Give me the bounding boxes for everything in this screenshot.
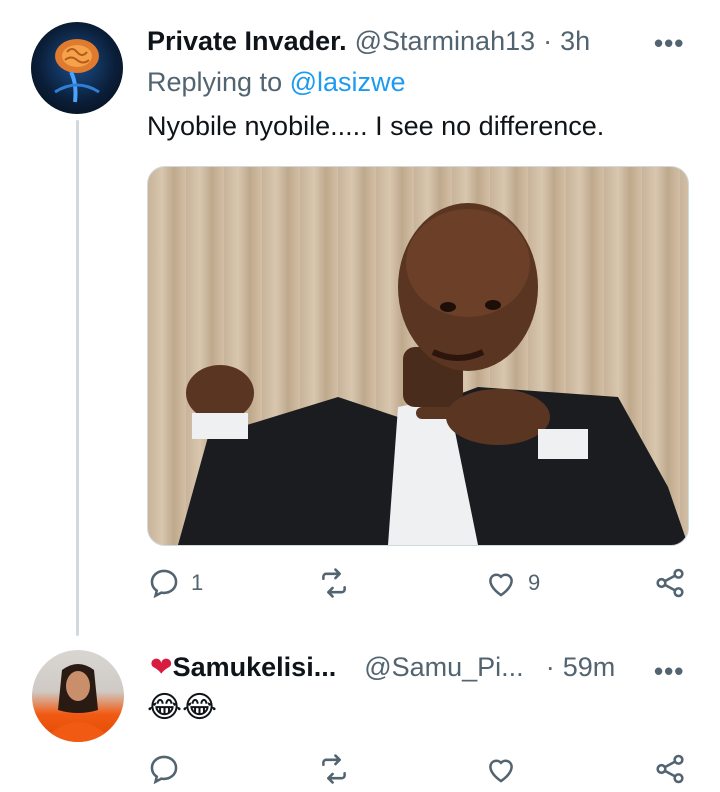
separator-dot: · [545,652,555,682]
share-button[interactable] [653,752,687,786]
share-button[interactable] [653,566,687,600]
avatar[interactable] [32,650,124,742]
thread-connector-line [76,120,79,636]
retweet-button[interactable] [317,566,351,600]
tweet-actions: 1 9 [147,566,692,606]
brain-xray-avatar-icon [54,39,100,103]
heart-icon [489,573,513,597]
user-handle[interactable]: @Starminah13 [355,26,536,57]
tweet-text: Nyobile nyobile..... I see no difference… [147,111,605,141]
comment-icon [150,569,178,599]
like-button[interactable]: 9 [484,566,540,600]
retweet-button[interactable] [317,752,351,786]
share-icon [656,568,684,598]
more-options-icon[interactable]: ••• [654,656,684,687]
retweet-icon [322,754,346,784]
tweet-header: ❤ Samukelisi... @Samu_Pi... · 59m [150,652,615,683]
like-count: 9 [528,570,541,595]
tweet-header: Private Invader. @Starminah13 · 3h [147,26,590,57]
person-avatar-icon [42,664,114,742]
user-handle[interactable]: @Samu_Pi... [364,652,523,683]
tweet-text: 😂😂 [147,691,218,724]
separator-dot: · [543,26,553,56]
display-name[interactable]: Samukelisi... [173,652,337,683]
timestamp[interactable]: 59m [563,652,616,683]
reply-button[interactable]: 1 [147,566,203,600]
retweet-icon [322,568,346,598]
more-options-icon[interactable]: ••• [654,28,684,59]
reply-button[interactable] [147,752,181,786]
man-in-suit-photo [178,203,688,545]
share-icon [656,754,684,784]
replying-to-label: Replying to [147,67,283,97]
tweet-media-image[interactable] [147,166,689,546]
replying-to-handle[interactable]: @lasizwe [290,67,406,97]
display-name[interactable]: Private Invader. [147,26,347,57]
timestamp[interactable]: 3h [560,26,590,57]
reply-count: 1 [191,570,204,595]
heart-emoji: ❤ [150,652,173,682]
comment-icon [150,755,178,785]
replying-to: Replying to @lasizwe [147,67,406,98]
heart-icon [489,759,513,783]
tweet-actions [147,752,692,792]
avatar[interactable] [31,22,123,114]
like-button[interactable] [484,752,518,786]
